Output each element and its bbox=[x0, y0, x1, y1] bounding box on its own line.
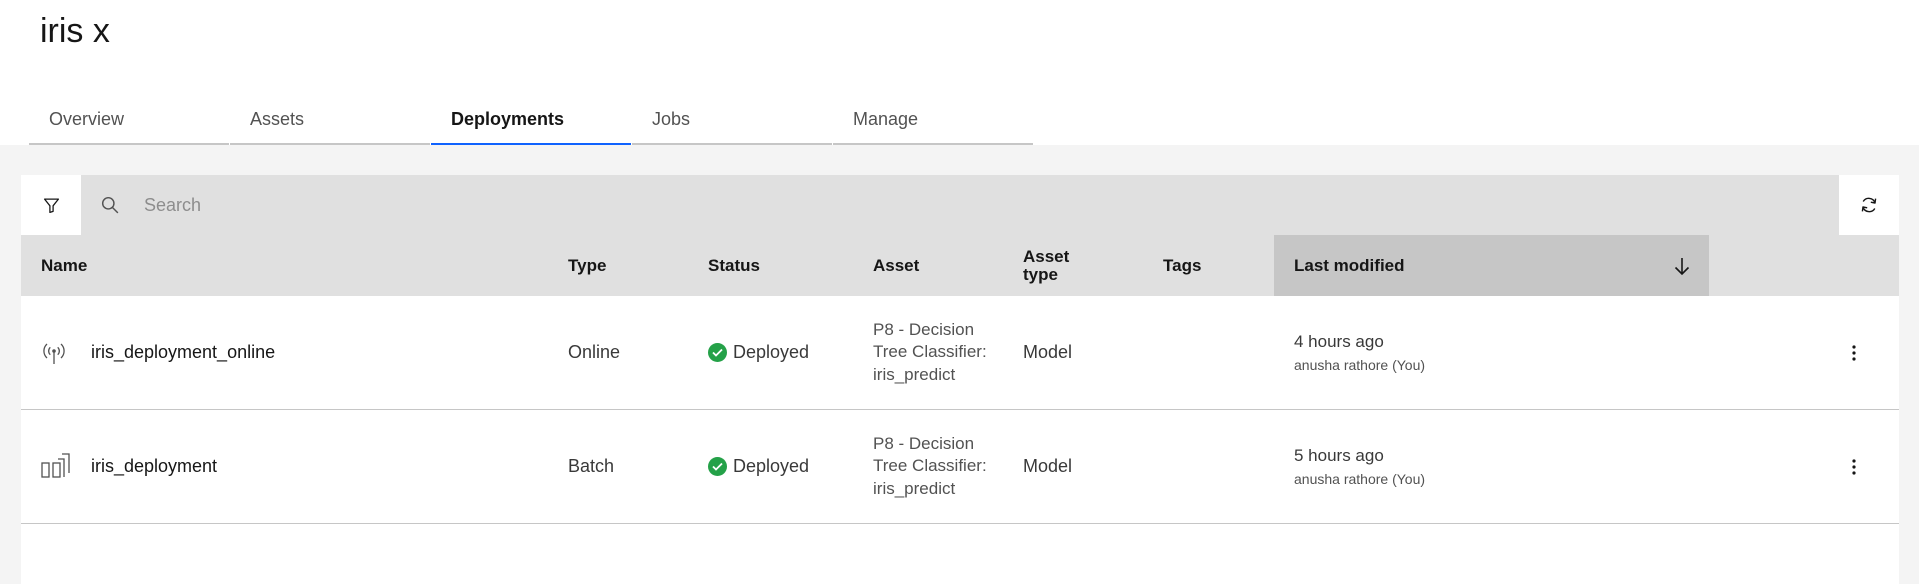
status-label: Deployed bbox=[733, 342, 810, 362]
last-modified-cell: 4 hours ago anusha rathore (You) bbox=[1294, 296, 1425, 409]
batch-deployment-icon bbox=[41, 410, 73, 523]
column-header-name[interactable]: Name bbox=[41, 235, 87, 296]
project-tabs: Overview Assets Deployments Jobs Manage bbox=[29, 100, 1034, 145]
search-input[interactable] bbox=[144, 194, 1744, 216]
asset-name: P8 - Decision Tree Classifier: iris_pred… bbox=[873, 319, 987, 384]
column-header-asset[interactable]: Asset bbox=[873, 235, 919, 296]
online-deployment-icon bbox=[41, 296, 67, 409]
asset-name: P8 - Decision Tree Classifier: iris_pred… bbox=[873, 433, 987, 498]
deployment-type: Online bbox=[568, 342, 621, 362]
asset-cell: P8 - Decision Tree Classifier: iris_pred… bbox=[873, 410, 993, 523]
tab-assets[interactable]: Assets bbox=[230, 100, 430, 145]
last-modified-cell: 5 hours ago anusha rathore (You) bbox=[1294, 410, 1425, 523]
deployment-name-link[interactable]: iris_deployment_online bbox=[91, 296, 275, 409]
overflow-menu-button[interactable] bbox=[1839, 296, 1869, 409]
last-modified-header-label: Last modified bbox=[1294, 255, 1405, 275]
column-header-status[interactable]: Status bbox=[708, 235, 760, 296]
asset-cell: P8 - Decision Tree Classifier: iris_pred… bbox=[873, 296, 993, 409]
tab-manage[interactable]: Manage bbox=[833, 100, 1033, 145]
table-row[interactable]: iris_deployment_online Online Deployed P… bbox=[21, 296, 1899, 410]
filter-icon bbox=[43, 197, 59, 213]
deployments-table: Name Type Status Asset Asset type Tags L… bbox=[21, 235, 1899, 584]
overflow-menu-icon bbox=[1852, 344, 1856, 361]
page-header: iris x Overview Assets Deployments Jobs … bbox=[0, 0, 1919, 145]
status-label: Deployed bbox=[733, 456, 810, 476]
table-row[interactable]: iris_deployment Batch Deployed P8 - Deci… bbox=[21, 410, 1899, 524]
modified-time: 4 hours ago bbox=[1294, 332, 1384, 351]
arrow-down-icon bbox=[1674, 257, 1690, 275]
status-badge: Deployed bbox=[708, 296, 809, 409]
overflow-menu-icon bbox=[1852, 458, 1856, 475]
tab-jobs[interactable]: Jobs bbox=[632, 100, 832, 145]
refresh-button[interactable] bbox=[1839, 175, 1899, 235]
modified-by: anusha rathore (You) bbox=[1294, 471, 1426, 487]
refresh-icon bbox=[1861, 197, 1877, 213]
asset-type: Model bbox=[1023, 342, 1073, 362]
table-empty-area bbox=[21, 524, 1899, 584]
modified-by: anusha rathore (You) bbox=[1294, 357, 1426, 373]
overflow-menu-button[interactable] bbox=[1839, 410, 1869, 523]
deployment-type: Batch bbox=[568, 456, 615, 476]
filter-button[interactable] bbox=[21, 175, 81, 235]
checkmark-icon bbox=[708, 343, 727, 362]
asset-type-header-label: Asset type bbox=[1023, 246, 1070, 284]
deployment-name-link[interactable]: iris_deployment bbox=[91, 410, 217, 523]
column-header-type[interactable]: Type bbox=[568, 235, 606, 296]
checkmark-icon bbox=[708, 457, 727, 476]
status-badge: Deployed bbox=[708, 410, 809, 523]
tab-overview[interactable]: Overview bbox=[29, 100, 229, 145]
column-header-tags[interactable]: Tags bbox=[1163, 235, 1201, 296]
asset-type: Model bbox=[1023, 456, 1073, 476]
table-header: Name Type Status Asset Asset type Tags L… bbox=[21, 235, 1899, 296]
modified-time: 5 hours ago bbox=[1294, 446, 1384, 465]
search-icon bbox=[101, 195, 121, 215]
tab-deployments[interactable]: Deployments bbox=[431, 100, 631, 145]
column-header-last-modified[interactable]: Last modified bbox=[1274, 235, 1709, 296]
search-bar bbox=[81, 175, 1839, 235]
project-title: iris x bbox=[40, 12, 110, 50]
table-toolbar bbox=[21, 175, 1899, 235]
column-header-asset-type[interactable]: Asset type bbox=[1023, 235, 1093, 296]
